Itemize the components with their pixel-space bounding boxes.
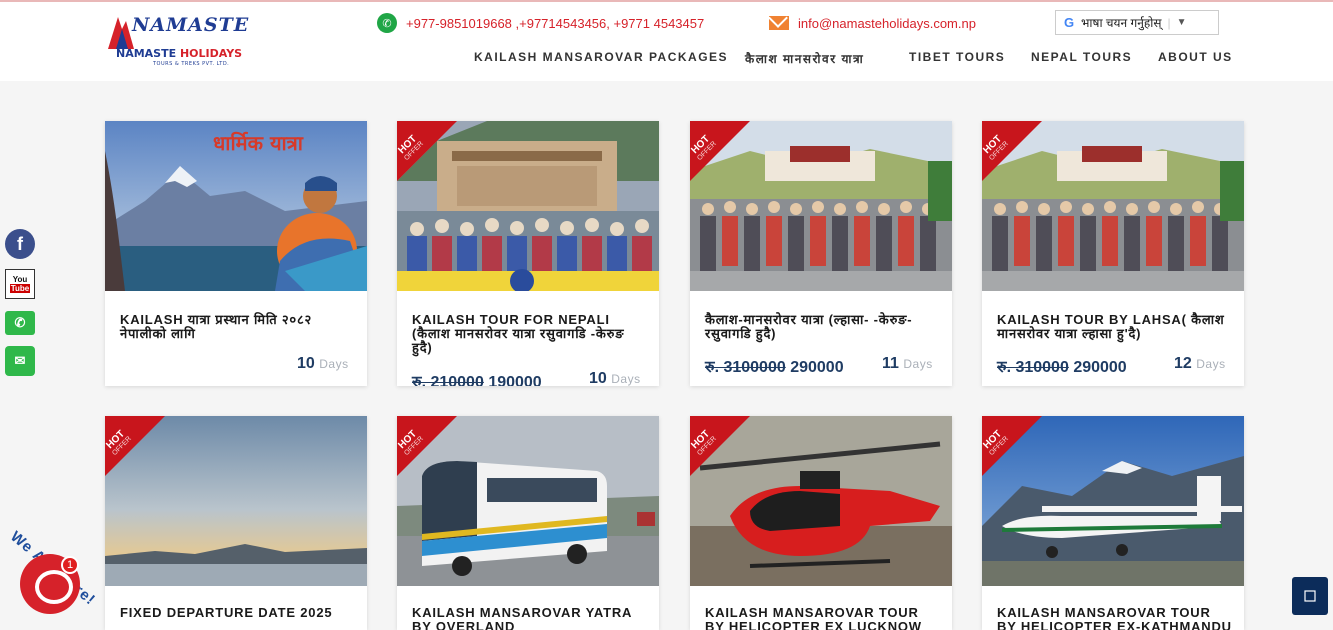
tour-image-group-kerung[interactable]: HOT OFFER xyxy=(397,121,659,291)
nav-tibet-tours[interactable]: TIBET TOURS xyxy=(909,50,1005,64)
tour-card-lhasa-kerung[interactable]: HOT OFFER कैलाश-मानसरोवर यात्रा (ल्हासा- … xyxy=(690,121,952,386)
contact-phone[interactable]: ✆ +977-9851019668 ,+97714543456, +9771 4… xyxy=(377,13,704,33)
tour-card-overland[interactable]: HOT OFFER Kailash Mansarovar Yatra By Ove… xyxy=(397,416,659,630)
tour-image-sunset-lake[interactable]: HOT OFFER xyxy=(105,416,367,586)
tour-price: रु. 210000 190000 xyxy=(412,374,542,386)
hot-offer-badge: HOT OFFER xyxy=(397,416,457,476)
hot-offer-badge: HOT OFFER xyxy=(982,121,1042,181)
language-selector[interactable]: G भाषा चयन गर्नुहोस् | ▼ xyxy=(1055,10,1219,35)
tour-image-kailash-pilgrim[interactable]: धार्मिक यात्रा xyxy=(105,121,367,291)
image-caption: धार्मिक यात्रा xyxy=(213,131,303,155)
whatsapp-icon: ✆ xyxy=(377,13,397,33)
back-to-top-button[interactable] xyxy=(1292,577,1328,615)
logo-subtitle: TOURS & TREKS PVT. LTD. xyxy=(153,61,230,67)
language-label: भाषा चयन गर्नुहोस् xyxy=(1081,16,1162,30)
phone-numbers: +977-9851019668 ,+97714543456, +9771 454… xyxy=(406,15,705,31)
tour-title[interactable]: Fixed Departure Date 2025 xyxy=(120,606,356,620)
wechat-icon[interactable]: ✉ xyxy=(5,346,35,376)
tour-card-kailash-2082[interactable]: धार्मिक यात्रा KAILASH यात्रा प्रस्थान म… xyxy=(105,121,367,386)
envelope-icon xyxy=(769,16,789,30)
tour-image-helicopter[interactable]: HOT OFFER xyxy=(690,416,952,586)
nav-kailash-packages[interactable]: KAILASH MANSAROVAR PACKAGES xyxy=(474,50,728,64)
contact-email[interactable]: info@namasteholidays.com.np xyxy=(769,13,976,33)
nav-about-us[interactable]: ABOUT US xyxy=(1158,50,1233,64)
tour-title[interactable]: Kailash Mansarovar Tour By Helicopter Ex… xyxy=(997,606,1233,630)
tour-price: रु. 3100000 290000 xyxy=(705,359,844,376)
chevron-down-icon: ▼ xyxy=(1176,17,1187,28)
whatsapp-icon[interactable]: ✆ xyxy=(5,311,35,335)
chat-unread-badge: 1 xyxy=(61,556,79,574)
tour-image-potala-group[interactable]: HOT OFFER xyxy=(690,121,952,291)
nav-kailash-yatra[interactable]: कैलाश मानसरोवर यात्रा xyxy=(745,50,864,67)
tour-title[interactable]: Kailash Tour for Nepali (कैलाश मानसरोवर … xyxy=(412,313,648,355)
facebook-icon[interactable]: f xyxy=(5,229,35,259)
tour-duration: 12 Days xyxy=(1174,355,1226,372)
tour-duration: 10 Days xyxy=(589,370,641,386)
tour-image-twin-otter[interactable]: HOT OFFER xyxy=(982,416,1244,586)
tour-price: रु. 310000 290000 xyxy=(997,359,1127,376)
tour-title[interactable]: Kailash Tour By Lahsa( कैलाश मानसरोवर या… xyxy=(997,313,1233,341)
language-separator: | xyxy=(1167,15,1171,30)
site-logo[interactable]: NAMASTE NAMASTE HOLIDAYS TOURS & TREKS P… xyxy=(106,11,254,71)
nav-nepal-tours[interactable]: NEPAL TOURS xyxy=(1031,50,1132,64)
hot-offer-badge: HOT OFFER xyxy=(397,121,457,181)
tour-title[interactable]: Kailash Mansarovar Yatra By Overland xyxy=(412,606,648,630)
google-icon: G xyxy=(1063,15,1075,30)
tour-image-potala-group-2[interactable]: HOT OFFER xyxy=(982,121,1244,291)
email-address: info@namasteholidays.com.np xyxy=(798,15,976,31)
tour-card-lhasa[interactable]: HOT OFFER Kailash Tour By Lahsa( कैलाश मा… xyxy=(982,121,1244,386)
tour-title[interactable]: KAILASH यात्रा प्रस्थान मिति २०८२ नेपाली… xyxy=(120,313,356,341)
hot-offer-badge: HOT OFFER xyxy=(690,121,750,181)
youtube-icon[interactable]: You Tube xyxy=(5,269,35,299)
tour-card-nepali[interactable]: HOT OFFER Kailash Tour for Nepali (कैलाश … xyxy=(397,121,659,386)
tour-card-helicopter-kathmandu[interactable]: HOT OFFER Kailash Mansarovar Tour By Heli… xyxy=(982,416,1244,630)
tour-title[interactable]: Kailash Mansarovar Tour By Helicopter Ex… xyxy=(705,606,941,630)
site-header: NAMASTE NAMASTE HOLIDAYS TOURS & TREKS P… xyxy=(0,2,1333,81)
hot-offer-badge: HOT OFFER xyxy=(105,416,165,476)
tour-duration: 11 Days xyxy=(882,355,933,372)
tour-card-helicopter-lucknow[interactable]: HOT OFFER Kailash Mansarovar Tour By Heli… xyxy=(690,416,952,630)
hot-offer-badge: HOT OFFER xyxy=(690,416,750,476)
hot-offer-badge: HOT OFFER xyxy=(982,416,1042,476)
tour-card-fixed-departure[interactable]: HOT OFFER Fixed Departure Date 2025 xyxy=(105,416,367,630)
arrow-up-icon xyxy=(1304,590,1316,602)
tour-duration: 10 Days xyxy=(297,355,349,372)
tour-image-bus[interactable]: HOT OFFER xyxy=(397,416,659,586)
logo-name: NAMASTE HOLIDAYS xyxy=(116,47,243,60)
tour-title[interactable]: कैलाश-मानसरोवर यात्रा (ल्हासा- -केरुङ- र… xyxy=(705,313,941,341)
logo-script-text: NAMASTE xyxy=(132,14,250,36)
